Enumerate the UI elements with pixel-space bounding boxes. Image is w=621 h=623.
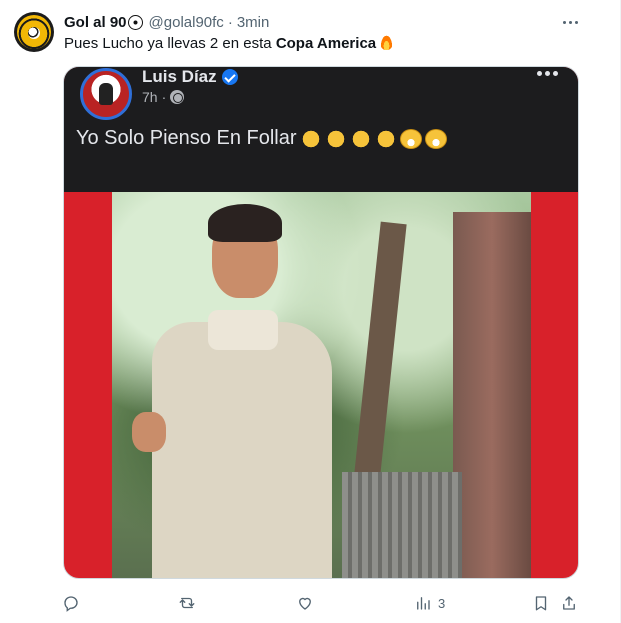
embedded-text: Yo Solo Pienso En Follar (76, 127, 297, 149)
embedded-author-name: Luis Díaz (142, 67, 217, 86)
fire-icon (380, 34, 394, 50)
more-options-icon[interactable] (560, 14, 580, 30)
tweet-text-plain: Pues Lucho ya llevas 2 en esta (64, 35, 276, 52)
photo-person-hair (208, 204, 282, 242)
tweet[interactable]: Gol al 90 @golal90fc · 3min Pues Lucho y… (0, 0, 621, 623)
ok-hand-icon (324, 128, 347, 149)
tweet-media-image[interactable]: Luis Díaz 7h · Yo Solo Pienso En Follar (63, 66, 579, 579)
photo-person-body (152, 322, 332, 578)
soccer-ball-icon (127, 14, 143, 30)
grin-icon (424, 128, 447, 149)
embedded-avatar (80, 68, 132, 120)
share-button[interactable] (560, 590, 578, 616)
ok-hand-icon (374, 128, 397, 149)
grin-icon (399, 128, 422, 149)
globe-icon (170, 90, 185, 104)
tweet-time[interactable]: 3min (237, 14, 270, 31)
photo-person-collar (208, 310, 278, 350)
pointing-hand-icon (349, 128, 372, 149)
photo-fence (342, 472, 462, 578)
embedded-post-header: Luis Díaz 7h · Yo Solo Pienso En Follar (64, 67, 578, 192)
embedded-more-icon (537, 71, 558, 76)
tweet-header: Gol al 90 @golal90fc · 3min (64, 12, 269, 32)
tweet-text-bold: Copa America (275, 35, 377, 52)
reply-button[interactable] (62, 590, 86, 616)
embedded-time: 7h (142, 89, 158, 105)
retweet-icon (179, 597, 195, 609)
tweet-actions: 3 (58, 590, 588, 616)
views-button[interactable]: 3 (414, 590, 445, 616)
author-handle[interactable]: @golal90fc (149, 14, 224, 31)
embedded-post-text: Yo Solo Pienso En Follar (76, 127, 447, 150)
bookmark-button[interactable] (532, 590, 550, 616)
author-avatar[interactable] (14, 12, 54, 52)
pointing-hand-icon (299, 128, 322, 149)
author-name[interactable]: Gol al 90 (64, 14, 127, 31)
retweet-button[interactable] (178, 590, 202, 616)
soccer-ball-icon (28, 27, 40, 39)
tweet-text: Pues Lucho ya llevas 2 en esta Copa Amer… (64, 34, 394, 54)
reply-icon (64, 596, 78, 612)
views-count: 3 (438, 595, 446, 611)
embedded-separator: · (161, 89, 167, 105)
photo-brick-wall (453, 212, 531, 578)
like-button[interactable] (296, 590, 320, 616)
embedded-photo (112, 192, 531, 578)
verified-badge-icon (221, 69, 238, 85)
separator-dot: · (227, 13, 233, 31)
views-chart-icon (417, 597, 430, 610)
bookmark-icon (535, 596, 547, 611)
photo-person-hand (132, 412, 166, 452)
share-icon (563, 596, 575, 610)
heart-icon (299, 597, 311, 610)
